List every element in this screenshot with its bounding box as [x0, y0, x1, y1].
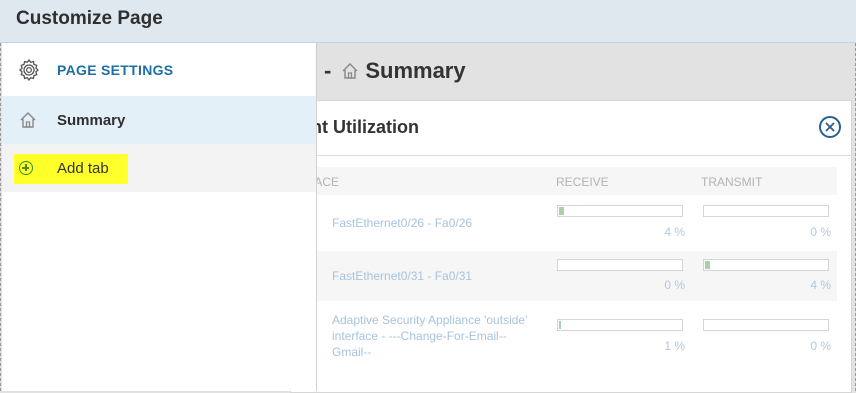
heading-text: Summary [365, 58, 466, 83]
interface-link[interactable]: FastEthernet0/26 - Fa0/26 [332, 215, 532, 231]
transmit-bar [703, 205, 829, 217]
utilization-widget: ent Utilization RFACE RECEIVE TRANSMIT F… [290, 100, 852, 393]
sidebar-item-label: Add tab [57, 160, 109, 177]
transmit-percent: 0 % [810, 225, 831, 239]
plus-circle-icon [19, 161, 33, 175]
column-transmit: TRANSMIT [701, 175, 763, 189]
sidebar-item-label: Summary [57, 112, 126, 129]
page-settings-label: PAGE SETTINGS [57, 62, 174, 78]
widget-title: ent Utilization [301, 117, 419, 137]
transmit-percent: 4 % [810, 278, 831, 292]
gear-icon [19, 58, 39, 82]
table-row: Adaptive Security Appliance 'outside' in… [291, 303, 837, 383]
home-icon [20, 112, 36, 128]
transmit-bar [703, 319, 829, 331]
interface-link[interactable]: FastEthernet0/31 - Fa0/31 [332, 268, 532, 284]
background-heading: - Summary [324, 58, 466, 84]
top-bar: Customize Page [0, 0, 856, 43]
receive-percent: 0 % [664, 278, 685, 292]
table-row: FastEthernet0/31 - Fa0/31 0 % 4 % [291, 251, 837, 301]
sidebar-item-summary[interactable]: Summary [2, 96, 316, 144]
customize-sidebar: PAGE SETTINGS Summary Add tab [2, 43, 317, 391]
close-icon [825, 122, 835, 132]
page-settings-header[interactable]: PAGE SETTINGS [2, 43, 316, 96]
receive-bar-fill [559, 207, 564, 215]
widget-header: ent Utilization [291, 101, 851, 156]
page-title: Customize Page [16, 8, 163, 29]
column-receive: RECEIVE [556, 175, 609, 189]
transmit-bar-fill [705, 261, 710, 269]
close-button[interactable] [819, 116, 841, 138]
sidebar-item-add-tab[interactable]: Add tab [2, 144, 316, 192]
receive-bar [557, 319, 683, 331]
home-icon [342, 63, 358, 79]
receive-bar-fill [559, 321, 561, 329]
receive-percent: 1 % [664, 339, 685, 353]
receive-bar [557, 259, 683, 271]
transmit-bar [703, 259, 829, 271]
interface-link[interactable]: Adaptive Security Appliance 'outside' in… [332, 312, 532, 360]
receive-percent: 4 % [664, 225, 685, 239]
table-row: FastEthernet0/26 - Fa0/26 4 % 0 % [291, 199, 837, 249]
receive-bar [557, 205, 683, 217]
heading-separator: - [324, 58, 332, 83]
column-header-row: RFACE RECEIVE TRANSMIT [291, 167, 837, 195]
transmit-percent: 0 % [810, 339, 831, 353]
